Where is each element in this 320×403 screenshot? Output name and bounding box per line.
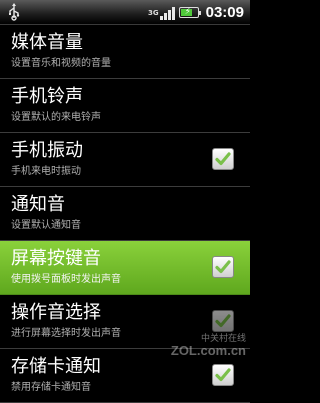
- setting-subtitle: 使用拨号面板时发出声音: [11, 274, 121, 285]
- charging-bolt-icon: ⚡: [184, 7, 191, 17]
- setting-title: 手机振动: [11, 140, 83, 161]
- network-indicator: 3G: [148, 6, 175, 20]
- setting-checkbox[interactable]: [212, 256, 234, 278]
- setting-subtitle: 设置默认通知音: [11, 220, 81, 231]
- setting-title: 手机铃声: [11, 86, 83, 107]
- setting-subtitle: 禁用存储卡通知音: [11, 382, 91, 393]
- checkmark-icon: [215, 152, 231, 166]
- battery-icon: ⚡: [178, 7, 201, 18]
- setting-title: 操作音选择: [11, 302, 101, 323]
- signal-bars-icon: [159, 6, 175, 20]
- setting-subtitle: 设置音乐和视频的音量: [11, 58, 111, 69]
- setting-item[interactable]: 媒体音量设置音乐和视频的音量: [0, 25, 250, 79]
- setting-subtitle: 设置默认的来电铃声: [11, 112, 101, 123]
- setting-title: 屏幕按键音: [11, 248, 101, 269]
- setting-item[interactable]: 手机振动手机来电时振动: [0, 133, 250, 187]
- checkmark-icon: [215, 314, 231, 328]
- setting-subtitle: 手机来电时振动: [11, 166, 81, 177]
- checkmark-icon: [215, 260, 231, 274]
- network-type-label: 3G: [148, 8, 159, 17]
- setting-title: 通知音: [11, 194, 65, 215]
- setting-item[interactable]: 手机铃声设置默认的来电铃声: [0, 79, 250, 133]
- watermark-logo: 中关村在线 ZOL.com.cn: [168, 329, 246, 369]
- setting-subtitle: 进行屏幕选择时发出声音: [11, 328, 121, 339]
- setting-checkbox[interactable]: [212, 148, 234, 170]
- watermark-en: ZOL.com.cn: [170, 343, 246, 358]
- setting-item[interactable]: 屏幕按键音使用拨号面板时发出声音: [0, 241, 250, 295]
- usb-icon: [9, 3, 20, 21]
- setting-title: 存储卡通知: [11, 356, 101, 377]
- setting-item[interactable]: 通知音设置默认通知音: [0, 187, 250, 241]
- status-bar: 3G ⚡ 03:09: [0, 0, 250, 25]
- setting-title: 媒体音量: [11, 32, 83, 53]
- clock: 03:09: [205, 4, 244, 21]
